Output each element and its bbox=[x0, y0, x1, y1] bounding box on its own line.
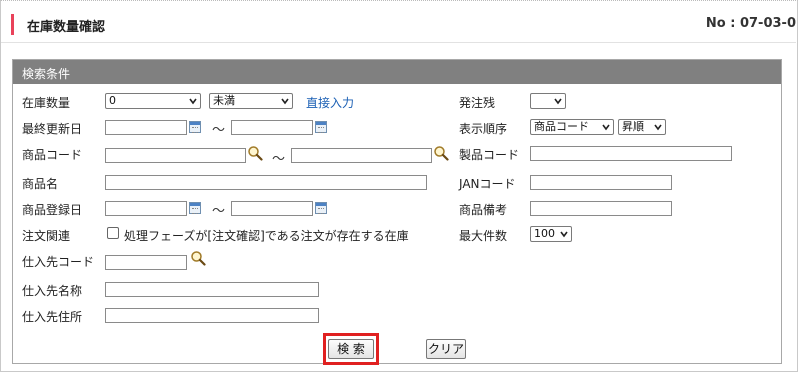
order-related-label: 注文関連 bbox=[22, 229, 71, 243]
search-conditions-panel: 検索条件 在庫数量 0 未満 直接入力 発注残 最終更新日 ～ 表示順序 商品コ… bbox=[12, 59, 782, 365]
supplier-code-input[interactable] bbox=[105, 255, 187, 270]
page-header: 在庫数量確認 No : 07-03-0 bbox=[1, 1, 796, 43]
last-updated-label: 最終更新日 bbox=[22, 122, 83, 136]
sort-direction-value: 昇順 bbox=[622, 120, 644, 133]
chevron-down-icon bbox=[560, 231, 568, 238]
jan-code-input[interactable] bbox=[530, 175, 672, 190]
product-reg-date-to-input[interactable] bbox=[231, 201, 313, 216]
product-code-label: 商品コード bbox=[22, 148, 83, 162]
direct-input-link[interactable]: 直接入力 bbox=[306, 94, 354, 111]
chevron-down-icon bbox=[554, 98, 562, 105]
panel-title: 検索条件 bbox=[13, 60, 781, 84]
range-tilde: ～ bbox=[272, 152, 286, 167]
product-name-input[interactable] bbox=[105, 175, 427, 190]
supplier-address-input[interactable] bbox=[105, 308, 319, 323]
product-note-label: 商品備考 bbox=[459, 203, 508, 217]
search-icon[interactable] bbox=[433, 145, 449, 161]
max-count-value: 100 bbox=[534, 227, 555, 240]
product-reg-date-label: 商品登録日 bbox=[22, 203, 83, 217]
range-tilde: ～ bbox=[212, 204, 226, 219]
calendar-icon[interactable] bbox=[315, 202, 327, 214]
stock-condition-value: 未満 bbox=[213, 94, 235, 107]
range-tilde: ～ bbox=[212, 123, 226, 138]
supplier-name-label: 仕入先名称 bbox=[22, 284, 83, 298]
stock-qty-value: 0 bbox=[109, 94, 116, 107]
search-button[interactable]: 検 索 bbox=[328, 339, 374, 359]
page-title: 在庫数量確認 bbox=[27, 20, 106, 35]
order-related-check-label: 処理フェーズが[注文確認]である注文が存在する在庫 bbox=[124, 229, 409, 243]
supplier-code-label: 仕入先コード bbox=[22, 255, 95, 269]
title-accent-bar bbox=[11, 14, 14, 35]
calendar-icon[interactable] bbox=[315, 121, 327, 133]
manufacturer-code-input[interactable] bbox=[530, 146, 732, 161]
calendar-icon[interactable] bbox=[189, 121, 201, 133]
chevron-down-icon bbox=[654, 124, 662, 131]
display-order-value: 商品コード bbox=[534, 120, 589, 133]
jan-code-label: JANコード bbox=[459, 177, 516, 191]
product-code-to-input[interactable] bbox=[291, 148, 432, 163]
order-remaining-select[interactable] bbox=[530, 93, 566, 109]
product-code-from-input[interactable] bbox=[105, 148, 246, 163]
last-updated-to-input[interactable] bbox=[231, 120, 313, 135]
stock-qty-label: 在庫数量 bbox=[22, 96, 71, 110]
supplier-name-input[interactable] bbox=[105, 282, 319, 297]
screen-code: No : 07-03-0 bbox=[705, 16, 796, 31]
stock-condition-select[interactable]: 未満 bbox=[209, 93, 293, 109]
stock-qty-select[interactable]: 0 bbox=[105, 93, 201, 109]
chevron-down-icon bbox=[281, 98, 289, 105]
max-count-select[interactable]: 100 bbox=[530, 226, 572, 242]
max-count-label: 最大件数 bbox=[459, 229, 508, 243]
manufacturer-code-label: 製品コード bbox=[459, 148, 520, 162]
display-order-label: 表示順序 bbox=[459, 122, 508, 136]
calendar-icon[interactable] bbox=[189, 202, 201, 214]
sort-direction-select[interactable]: 昇順 bbox=[618, 119, 666, 135]
product-note-input[interactable] bbox=[530, 201, 672, 216]
search-icon[interactable] bbox=[190, 250, 206, 266]
product-name-label: 商品名 bbox=[22, 177, 59, 191]
product-reg-date-from-input[interactable] bbox=[105, 201, 187, 216]
order-related-checkbox[interactable] bbox=[107, 227, 119, 239]
search-icon[interactable] bbox=[247, 145, 263, 161]
order-remaining-label: 発注残 bbox=[459, 96, 496, 110]
supplier-address-label: 仕入先住所 bbox=[22, 310, 83, 324]
last-updated-from-input[interactable] bbox=[105, 120, 187, 135]
clear-button[interactable]: クリア bbox=[426, 339, 466, 359]
chevron-down-icon bbox=[189, 98, 197, 105]
display-order-select[interactable]: 商品コード bbox=[530, 119, 614, 135]
chevron-down-icon bbox=[602, 124, 610, 131]
